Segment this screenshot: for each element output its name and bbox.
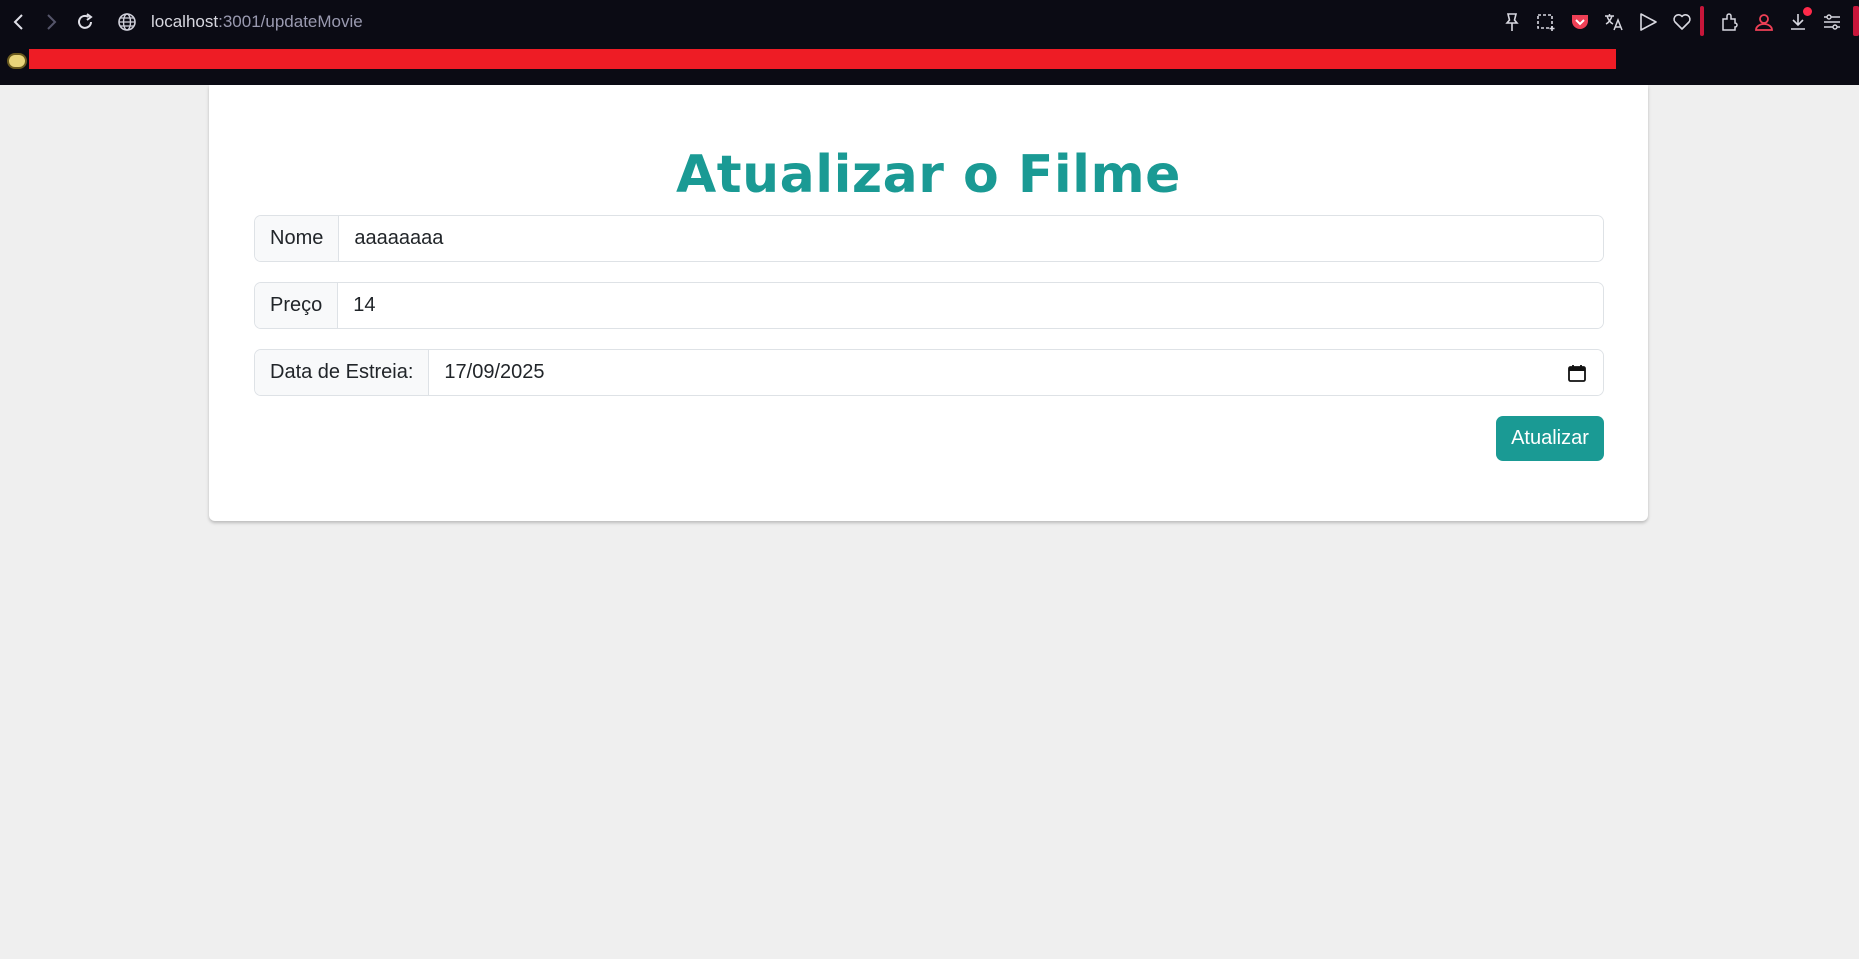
heart-icon[interactable] (1668, 8, 1696, 36)
bookmark-favicon-icon[interactable] (7, 53, 27, 69)
reload-icon[interactable] (72, 9, 98, 35)
update-movie-card: Atualizar o Filme Nome Preço Data de Est… (209, 85, 1648, 521)
price-input[interactable] (338, 283, 1603, 328)
forward-icon[interactable] (38, 9, 64, 35)
name-input[interactable] (339, 216, 1603, 261)
price-label: Preço (255, 283, 339, 328)
screenshot-icon[interactable] (1532, 8, 1560, 36)
send-icon[interactable] (1634, 8, 1662, 36)
pin-icon[interactable] (1498, 8, 1526, 36)
menu-icon[interactable] (1818, 8, 1846, 36)
browser-toolbar: localhost:3001/updateMovie (0, 0, 1859, 42)
url-path: :3001/updateMovie (218, 12, 363, 31)
calendar-icon[interactable] (1567, 363, 1587, 383)
toolbar-separator (1700, 6, 1704, 36)
date-field-wrapper (429, 350, 1603, 395)
page-title: Atualizar o Filme (676, 145, 1181, 205)
browser-chrome: localhost:3001/updateMovie (0, 0, 1859, 85)
name-input-group: Nome (254, 215, 1604, 262)
pocket-icon[interactable] (1566, 8, 1594, 36)
release-date-input[interactable] (429, 350, 1603, 395)
globe-icon[interactable] (114, 9, 140, 35)
download-badge (1803, 7, 1812, 16)
date-label: Data de Estreia: (255, 350, 430, 395)
extensions-icon[interactable] (1716, 8, 1744, 36)
url-host: localhost (151, 12, 219, 31)
update-button[interactable]: Atualizar (1496, 416, 1604, 461)
translate-icon[interactable] (1600, 8, 1628, 36)
name-label: Nome (255, 216, 340, 261)
sidebar-edge (1853, 6, 1859, 36)
date-input-group: Data de Estreia: (254, 349, 1604, 396)
price-input-group: Preço (254, 282, 1604, 329)
redacted-bookmarks (29, 49, 1616, 69)
address-bar[interactable]: localhost:3001/updateMovie (151, 11, 363, 33)
back-icon[interactable] (6, 9, 32, 35)
profile-icon[interactable] (1750, 8, 1778, 36)
